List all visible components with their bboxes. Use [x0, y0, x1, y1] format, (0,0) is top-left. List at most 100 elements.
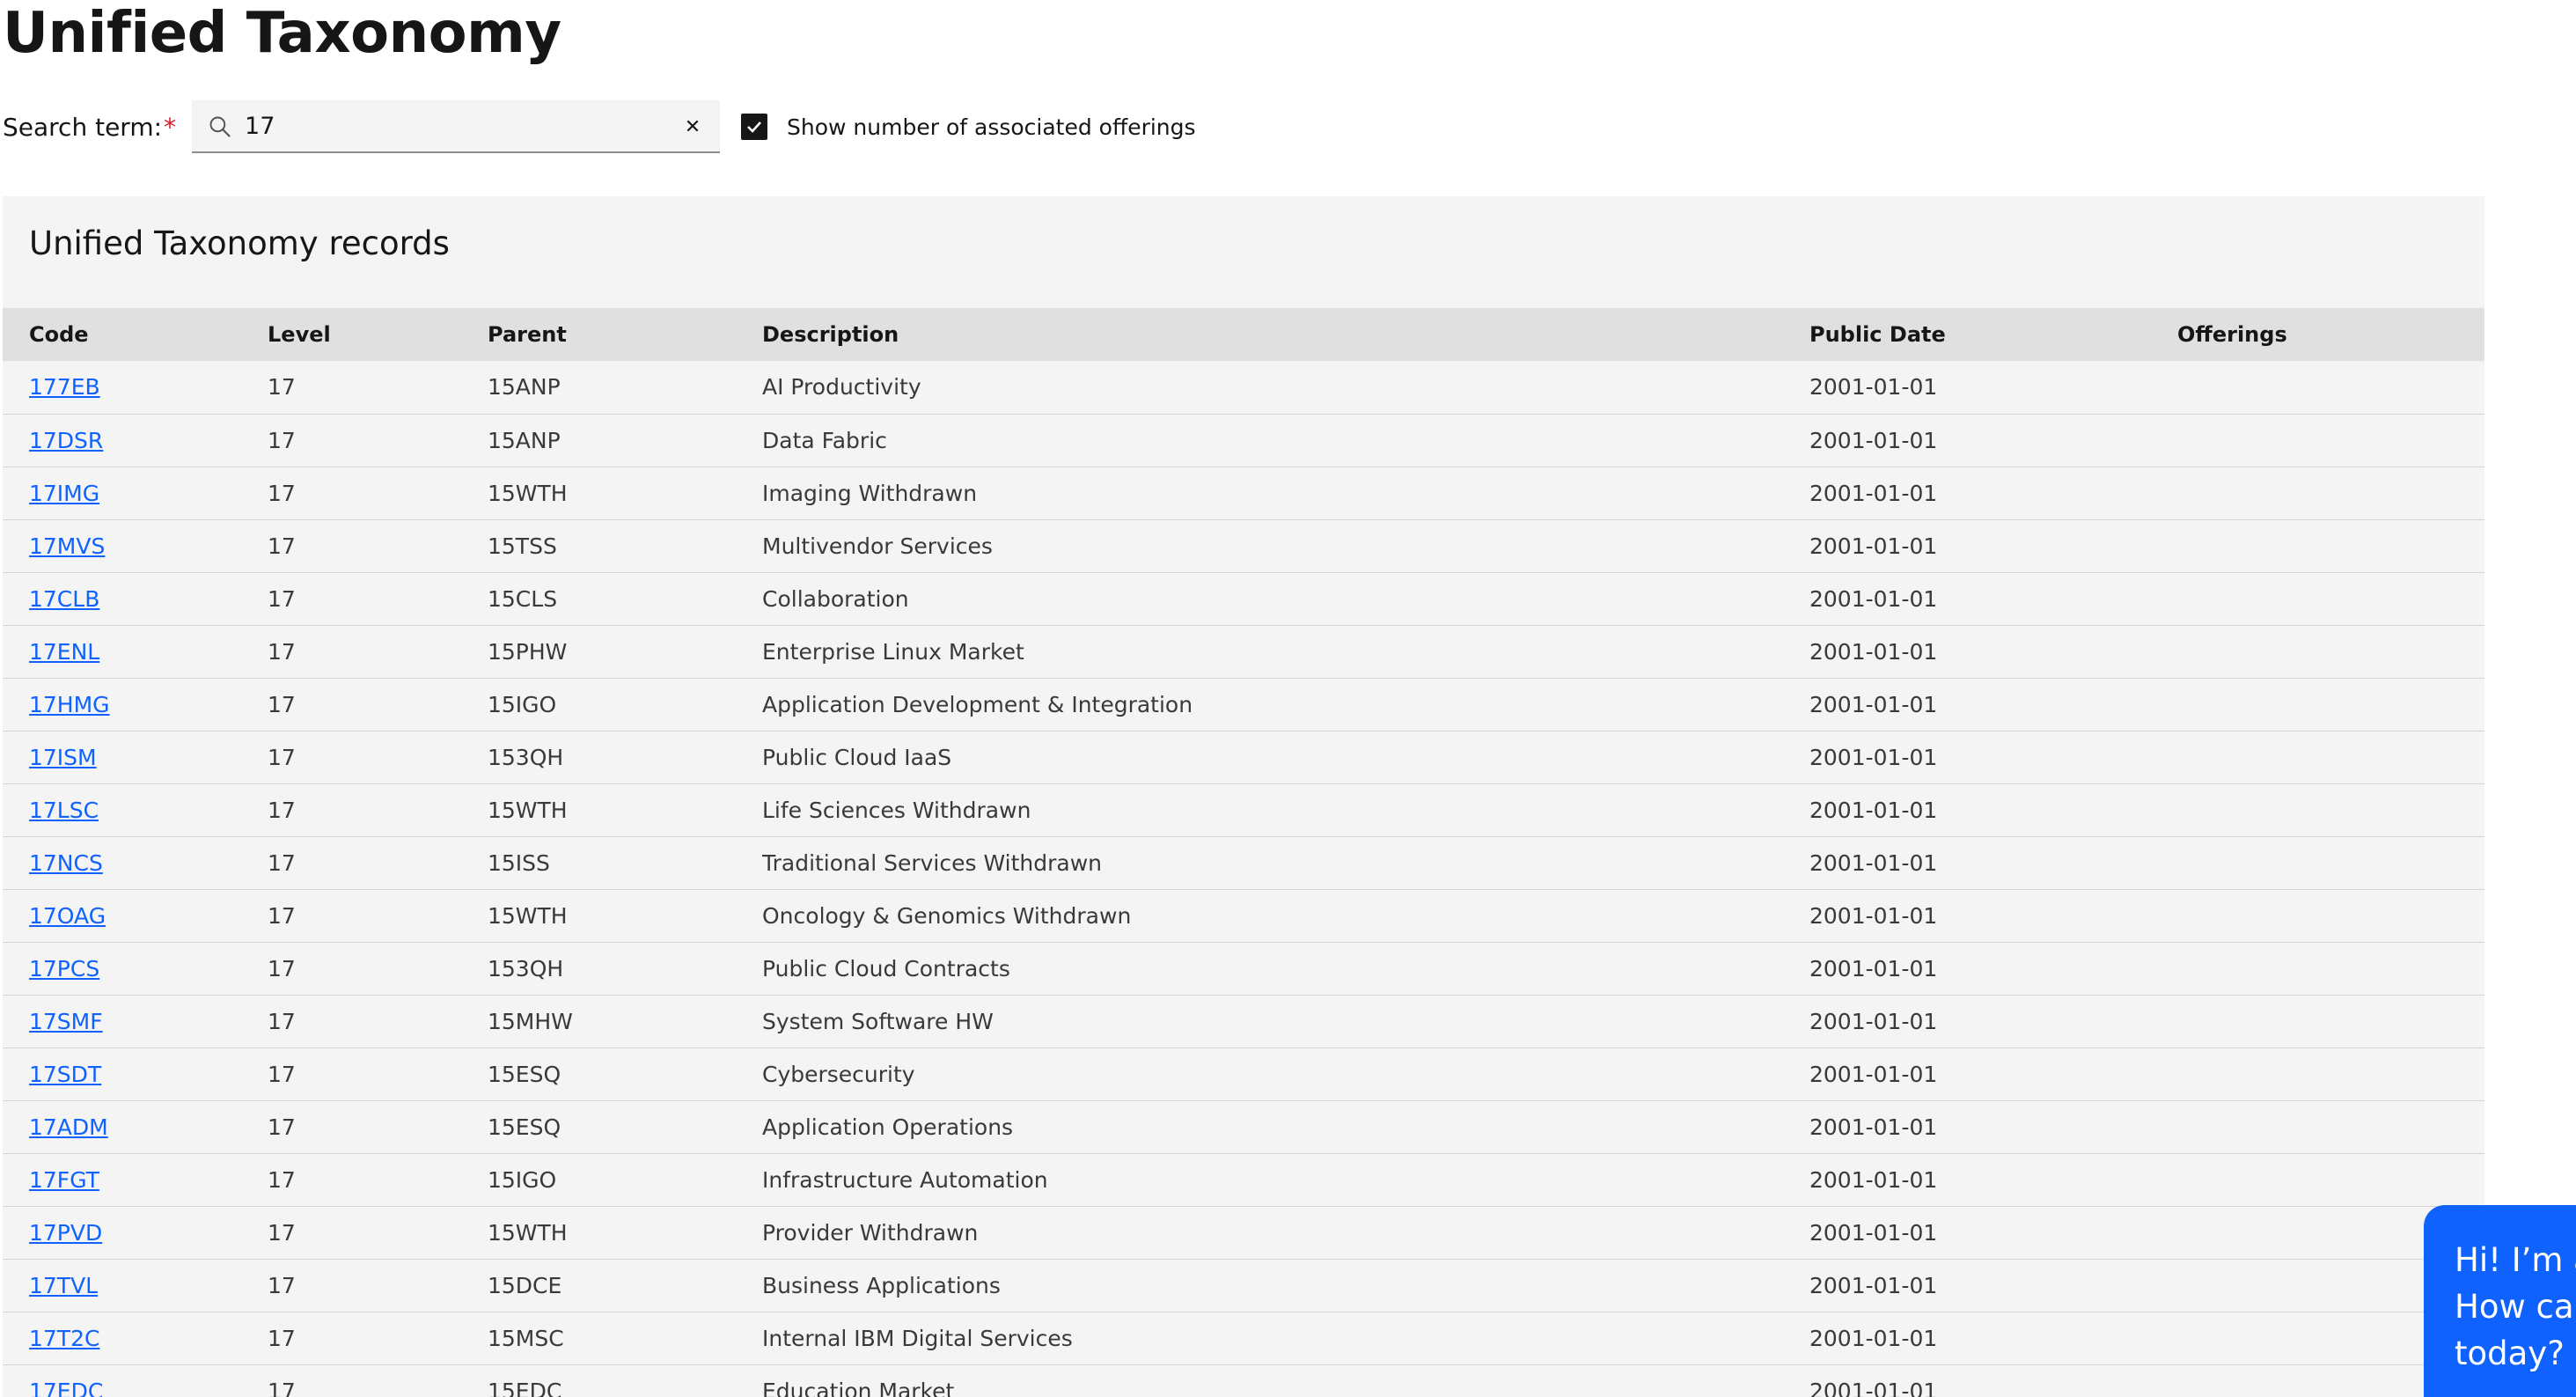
cell-code: 17PVD: [3, 1206, 268, 1260]
cell-public-date: 2001-01-01: [1809, 995, 2177, 1048]
cell-code: 17SDT: [3, 1048, 268, 1101]
cell-level: 17: [268, 1206, 488, 1260]
cell-parent: 15TSS: [488, 519, 762, 573]
cell-description: Infrastructure Automation: [762, 1153, 1809, 1207]
cell-public-date: 2001-01-01: [1809, 889, 2177, 943]
cell-public-date: 2001-01-01: [1809, 519, 2177, 573]
cell-parent: 15ANP: [488, 414, 762, 467]
code-link[interactable]: 17HMG: [29, 692, 110, 717]
cell-description: Oncology & Genomics Withdrawn: [762, 889, 1809, 943]
required-marker: *: [164, 112, 177, 142]
table-row: 17TVL 17 15DCE Business Applications 2001-01…: [3, 1259, 2484, 1312]
cell-description: Business Applications: [762, 1259, 1809, 1312]
cell-public-date: 2001-01-01: [1809, 467, 2177, 520]
code-link[interactable]: 17LSC: [29, 798, 99, 823]
cell-description: Public Cloud IaaS: [762, 731, 1809, 784]
records-body: 177EB 17 15ANP AI Productivity 2001-01-01 17D…: [3, 361, 2484, 1397]
cell-description: Education Market: [762, 1364, 1809, 1397]
cell-code: 17NCS: [3, 836, 268, 890]
code-link[interactable]: 17ISM: [29, 745, 97, 770]
show-offerings-checkbox[interactable]: Show number of associated offerings: [741, 114, 1196, 140]
cell-offerings: [2177, 731, 2457, 784]
column-header-level[interactable]: Level: [268, 308, 488, 361]
cell-public-date: 2001-01-01: [1809, 1364, 2177, 1397]
cell-description: Enterprise Linux Market: [762, 625, 1809, 679]
checkbox-checked-icon[interactable]: [741, 114, 768, 140]
code-link[interactable]: 17OAG: [29, 903, 106, 929]
cell-level: 17: [268, 1153, 488, 1207]
cell-parent: 15WTH: [488, 889, 762, 943]
records-table: Code Level Parent Description Public Dat…: [3, 308, 2484, 1397]
page: Unified Taxonomy Search term: * Show num…: [0, 0, 2576, 1397]
cell-parent: 15ANP: [488, 361, 762, 415]
cell-parent: 15MSC: [488, 1312, 762, 1365]
code-link[interactable]: 17EDC: [29, 1379, 103, 1397]
table-row: 17PVD 17 15WTH Provider Withdrawn 2001-01-01: [3, 1206, 2484, 1260]
cell-parent: 15WTH: [488, 467, 762, 520]
cell-spacer: [2457, 1153, 2484, 1207]
cell-level: 17: [268, 889, 488, 943]
column-header-offerings[interactable]: Offerings: [2177, 308, 2457, 361]
cell-spacer: [2457, 678, 2484, 732]
cell-spacer: [2457, 783, 2484, 837]
chat-line: How car: [2455, 1288, 2576, 1326]
code-link[interactable]: 17SDT: [29, 1062, 101, 1087]
cell-offerings: [2177, 1153, 2457, 1207]
cell-level: 17: [268, 361, 488, 415]
cell-offerings: [2177, 572, 2457, 626]
cell-description: Traditional Services Withdrawn: [762, 836, 1809, 890]
column-header-code[interactable]: Code: [3, 308, 268, 361]
cell-level: 17: [268, 1364, 488, 1397]
cell-description: Internal IBM Digital Services: [762, 1312, 1809, 1365]
cell-spacer: [2457, 625, 2484, 679]
cell-offerings: [2177, 361, 2457, 415]
table-row: 17FGT 17 15IGO Infrastructure Automation 200…: [3, 1153, 2484, 1207]
cell-level: 17: [268, 678, 488, 732]
table-row: 17HMG 17 15IGO Application Development & In…: [3, 678, 2484, 732]
show-offerings-label: Show number of associated offerings: [787, 114, 1196, 140]
cell-level: 17: [268, 1100, 488, 1154]
code-link[interactable]: 17MVS: [29, 533, 105, 559]
table-row: 17PCS 17 153QH Public Cloud Contracts 2001-0…: [3, 942, 2484, 996]
code-link[interactable]: 17SMF: [29, 1009, 103, 1034]
code-link[interactable]: 17PCS: [29, 956, 99, 982]
search-input[interactable]: [245, 100, 659, 151]
page-title: Unified Taxonomy: [3, 1, 561, 66]
cell-code: 17OAG: [3, 889, 268, 943]
column-header-public-date[interactable]: Public Date: [1809, 308, 2177, 361]
cell-code: 17CLB: [3, 572, 268, 626]
cell-parent: 15EDC: [488, 1364, 762, 1397]
code-link[interactable]: 177EB: [29, 374, 100, 400]
column-header-description[interactable]: Description: [762, 308, 1809, 361]
cell-level: 17: [268, 519, 488, 573]
search-label: Search term:: [3, 112, 163, 142]
cell-public-date: 2001-01-01: [1809, 678, 2177, 732]
chat-assistant-bubble[interactable]: Hi! I’m a How car today?: [2424, 1205, 2576, 1397]
table-row: 177EB 17 15ANP AI Productivity 2001-01-01: [3, 361, 2484, 415]
code-link[interactable]: 17FGT: [29, 1167, 99, 1193]
cell-offerings: [2177, 942, 2457, 996]
cell-spacer: [2457, 361, 2484, 415]
close-icon[interactable]: [679, 113, 706, 139]
cell-description: System Software HW: [762, 995, 1809, 1048]
table-row: 17T2C 17 15MSC Internal IBM Digital Service…: [3, 1312, 2484, 1365]
table-row: 17ISM 17 153QH Public Cloud IaaS 2001-01-01: [3, 731, 2484, 784]
code-link[interactable]: 17CLB: [29, 586, 99, 612]
cell-code: 17ENL: [3, 625, 268, 679]
cell-code: 17HMG: [3, 678, 268, 732]
code-link[interactable]: 17PVD: [29, 1220, 102, 1246]
cell-description: AI Productivity: [762, 361, 1809, 415]
code-link[interactable]: 17IMG: [29, 481, 99, 506]
cell-code: 17LSC: [3, 783, 268, 837]
cell-offerings: [2177, 783, 2457, 837]
code-link[interactable]: 17TVL: [29, 1273, 98, 1298]
table-row: 17NCS 17 15ISS Traditional Services Withdra…: [3, 836, 2484, 890]
code-link[interactable]: 17ENL: [29, 639, 99, 665]
code-link[interactable]: 17NCS: [29, 850, 103, 876]
column-header-parent[interactable]: Parent: [488, 308, 762, 361]
cell-level: 17: [268, 942, 488, 996]
code-link[interactable]: 17ADM: [29, 1114, 108, 1140]
code-link[interactable]: 17T2C: [29, 1326, 99, 1351]
code-link[interactable]: 17DSR: [29, 428, 103, 453]
cell-code: 17ISM: [3, 731, 268, 784]
